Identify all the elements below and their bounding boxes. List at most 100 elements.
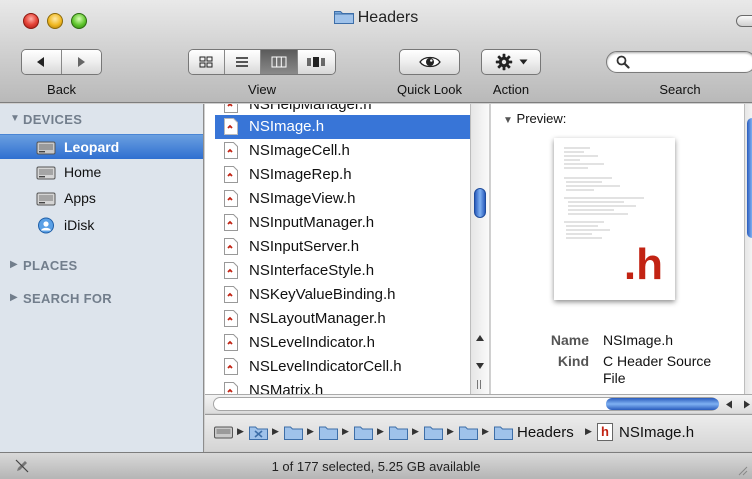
search-input[interactable] — [633, 55, 748, 70]
search-label: Search — [659, 82, 701, 97]
header-file-icon — [224, 286, 238, 303]
list-item-selected[interactable]: NSImage.h — [215, 115, 470, 139]
path-folder-label[interactable]: Headers — [517, 424, 574, 441]
horizontal-scroll-thumb[interactable] — [606, 398, 719, 410]
scroll-down-arrow-icon[interactable] — [475, 362, 485, 370]
scroll-right-arrow-icon[interactable] — [743, 400, 751, 409]
file-column: NSHelpManager.h NSImage.h NSImageCell.h … — [205, 104, 470, 394]
headers-folder-icon[interactable] — [494, 425, 513, 440]
folder-icon[interactable] — [459, 425, 478, 440]
toolbar-toggle-button[interactable] — [736, 15, 752, 27]
quick-look-label: Quick Look — [396, 82, 463, 97]
scroll-left-arrow-icon[interactable] — [725, 400, 733, 409]
hard-drive-icon[interactable] — [214, 425, 233, 440]
header-file-icon — [224, 238, 238, 255]
path-separator-icon: ▶ — [272, 426, 279, 436]
list-item[interactable]: NSLevelIndicatorCell.h — [205, 355, 470, 379]
path-separator-icon: ▶ — [237, 426, 244, 436]
list-item[interactable]: NSLevelIndicator.h — [205, 331, 470, 355]
file-name: NSImageRep.h — [249, 166, 352, 183]
search-for-disclosure-icon[interactable]: ▶ — [10, 292, 18, 303]
places-header[interactable]: PLACES — [23, 258, 78, 273]
devices-disclosure-icon[interactable]: ▼ — [10, 113, 20, 124]
preview-scrollbar[interactable] — [744, 104, 752, 394]
forward-button[interactable] — [61, 50, 101, 74]
path-file-label[interactable]: NSImage.h — [619, 424, 694, 441]
list-view-button[interactable] — [224, 50, 262, 74]
folder-icon[interactable] — [354, 425, 373, 440]
document-text-lines — [564, 147, 644, 239]
sidebar-item-home[interactable]: Home — [0, 160, 203, 185]
window-title: Headers — [0, 9, 752, 27]
quick-look-button[interactable] — [399, 49, 460, 75]
window-toolbar: Headers Back View Quick Look Action Sear… — [0, 0, 752, 103]
search-field[interactable] — [606, 51, 752, 73]
header-file-icon — [224, 334, 238, 351]
header-file-icon — [224, 382, 238, 394]
list-item[interactable]: NSImageCell.h — [205, 139, 470, 163]
folder-icon[interactable] — [389, 425, 408, 440]
path-separator-icon: ▶ — [377, 426, 384, 436]
resize-grip-icon[interactable] — [736, 464, 748, 476]
sidebar: ▼ DEVICES Leopard Home Apps iDisk ▶ PLAC… — [0, 104, 204, 454]
file-column-scrollbar[interactable] — [470, 104, 489, 394]
header-file-icon — [224, 104, 238, 113]
folder-icon[interactable] — [284, 425, 303, 440]
path-bar: ▶ ▶ ▶ ▶ ▶ ▶ ▶ ▶ Headers ▶ h NSImage.h — [205, 414, 752, 451]
column-resize-handle[interactable] — [480, 380, 481, 389]
back-button[interactable] — [22, 50, 62, 74]
list-item[interactable]: NSMatrix.h — [205, 379, 470, 394]
eye-icon — [418, 56, 441, 68]
sidebar-item-leopard[interactable]: Leopard — [0, 134, 203, 159]
list-item[interactable]: NSInterfaceStyle.h — [205, 259, 470, 283]
icon-view-button[interactable] — [189, 50, 225, 74]
preview-scroll-thumb[interactable] — [747, 118, 752, 238]
scroll-up-arrow-icon[interactable] — [475, 334, 485, 342]
meta-name-value: NSImage.h — [603, 332, 674, 348]
path-separator-icon: ▶ — [412, 426, 419, 436]
sidebar-item-idisk[interactable]: iDisk — [0, 213, 203, 238]
back-label: Back — [47, 82, 76, 97]
preview-column: ▼ Preview: .h Name NSImage.h Kind C Head… — [490, 104, 744, 394]
horizontal-scroll-track[interactable] — [213, 397, 719, 411]
list-item[interactable]: NSImageView.h — [205, 187, 470, 211]
file-name: NSMatrix.h — [249, 382, 324, 394]
preview-header-text: Preview: — [516, 111, 567, 126]
hard-drive-icon — [36, 141, 56, 155]
forward-arrow-icon — [78, 57, 86, 67]
column-view-icon — [271, 56, 287, 68]
list-item[interactable]: NSKeyValueBinding.h — [205, 283, 470, 307]
preview-header[interactable]: ▼ Preview: — [503, 111, 566, 126]
list-item[interactable]: NSInputServer.h — [205, 235, 470, 259]
list-item[interactable]: NSInputManager.h — [205, 211, 470, 235]
folder-icon[interactable] — [319, 425, 338, 440]
icon-view-icon — [199, 56, 213, 68]
horizontal-scrollbar[interactable] — [205, 394, 752, 413]
places-disclosure-icon[interactable]: ▶ — [10, 259, 18, 270]
file-name: NSImageView.h — [249, 190, 356, 207]
header-file-icon — [224, 142, 238, 159]
column-view-button[interactable] — [261, 50, 298, 74]
coverflow-view-icon — [307, 57, 325, 67]
search-for-header[interactable]: SEARCH FOR — [23, 291, 112, 306]
list-item[interactable]: NSImageRep.h — [205, 163, 470, 187]
file-column-scroll-thumb[interactable] — [474, 188, 486, 218]
x-folder-icon[interactable] — [249, 425, 268, 440]
action-button[interactable] — [481, 49, 541, 75]
devices-header[interactable]: DEVICES — [23, 112, 82, 127]
folder-icon[interactable] — [424, 425, 443, 440]
preview-thumbnail: .h — [554, 138, 675, 300]
view-label: View — [248, 82, 276, 97]
coverflow-view-button[interactable] — [297, 50, 335, 74]
column-resize-handle[interactable] — [477, 380, 478, 389]
sidebar-item-apps[interactable]: Apps — [0, 186, 203, 211]
path-separator-icon: ▶ — [342, 426, 349, 436]
header-file-icon — [224, 262, 238, 279]
meta-kind-value-cont: File — [603, 370, 626, 386]
back-arrow-icon — [37, 57, 45, 67]
search-icon — [616, 55, 630, 69]
list-item[interactable]: NSLayoutManager.h — [205, 307, 470, 331]
meta-name-key: Name — [550, 332, 589, 348]
window-title-text: Headers — [357, 9, 419, 26]
file-name: NSImageCell.h — [249, 142, 350, 159]
